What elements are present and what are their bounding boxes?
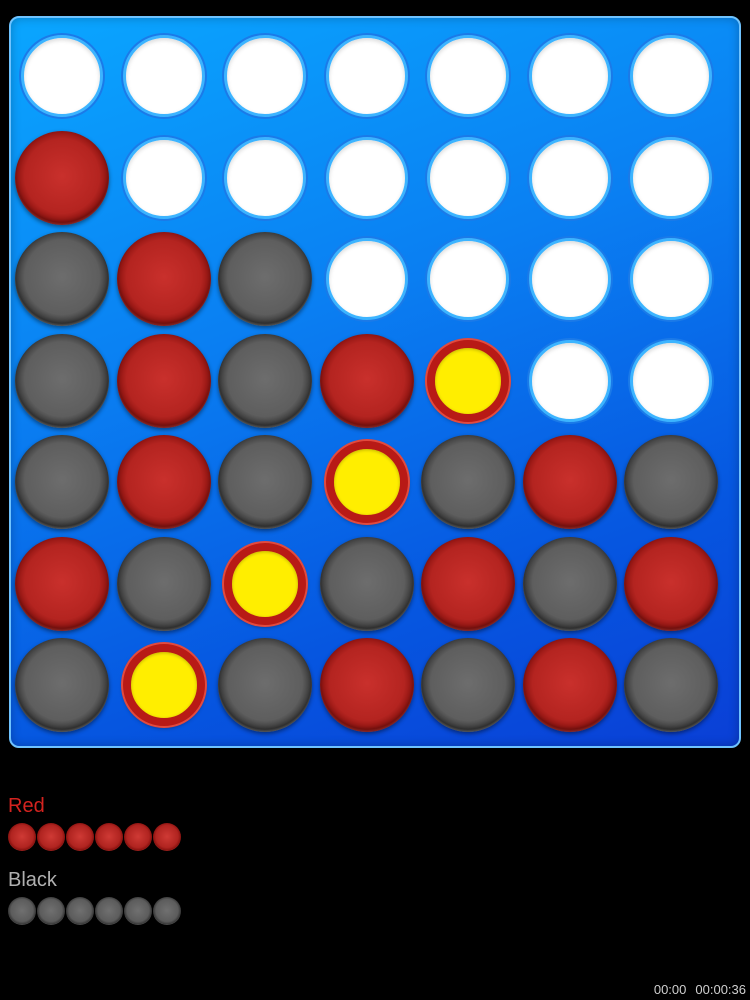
black-disc (624, 435, 718, 529)
black-remaining-piece-icon (95, 897, 123, 925)
red-disc (421, 536, 515, 631)
black-disc (218, 435, 312, 529)
winning-disc (122, 644, 205, 726)
empty-slot[interactable] (427, 238, 509, 320)
red-disc (116, 333, 211, 428)
red-disc (522, 638, 617, 732)
empty-slot[interactable] (630, 339, 712, 422)
empty-slot[interactable] (122, 35, 205, 117)
red-remaining-piece-icon (66, 823, 94, 851)
player-black-pieces (8, 897, 181, 925)
player-black-label: Black (8, 869, 57, 891)
black-remaining-piece-icon (66, 897, 94, 925)
empty-slot[interactable] (122, 136, 205, 219)
black-disc (218, 638, 312, 732)
empty-slot[interactable] (325, 35, 408, 117)
winning-disc (427, 339, 509, 422)
empty-slot[interactable] (528, 35, 611, 117)
winning-disc (224, 542, 306, 625)
black-disc (15, 232, 109, 326)
black-remaining-piece-icon (8, 897, 36, 925)
red-disc (319, 333, 414, 428)
black-remaining-piece-icon (124, 897, 152, 925)
game-timer-short: 00:00 (653, 982, 687, 997)
black-disc (218, 232, 312, 326)
red-remaining-piece-icon (8, 823, 36, 851)
black-disc (624, 638, 718, 732)
red-disc (15, 130, 109, 225)
player-red-label: Red (8, 795, 45, 817)
winning-disc (325, 441, 408, 523)
black-disc (522, 536, 617, 631)
black-disc (421, 435, 515, 529)
red-remaining-piece-icon (95, 823, 123, 851)
red-disc (116, 232, 211, 326)
black-disc (319, 536, 414, 631)
empty-slot[interactable] (528, 339, 611, 422)
empty-slot[interactable] (224, 136, 306, 219)
black-disc (15, 333, 109, 428)
empty-slot[interactable] (224, 35, 306, 117)
player-red-pieces (8, 823, 181, 851)
empty-slot[interactable] (630, 136, 712, 219)
empty-slot[interactable] (427, 136, 509, 219)
red-disc (319, 638, 414, 732)
empty-slot[interactable] (528, 238, 611, 320)
timers: 00:00 00:00:36 (654, 982, 746, 997)
red-disc (116, 435, 211, 529)
red-disc (522, 435, 617, 529)
empty-slot[interactable] (325, 238, 408, 320)
empty-slot[interactable] (630, 238, 712, 320)
empty-slot[interactable] (427, 35, 509, 117)
red-remaining-piece-icon (153, 823, 181, 851)
red-remaining-piece-icon (37, 823, 65, 851)
empty-slot[interactable] (528, 136, 611, 219)
black-remaining-piece-icon (37, 897, 65, 925)
game-screen: Red Black 00:00 00:00:36 (0, 0, 750, 1000)
empty-slot[interactable] (21, 35, 103, 117)
black-disc (421, 638, 515, 732)
red-disc (15, 536, 109, 631)
empty-slot[interactable] (325, 136, 408, 219)
black-disc (15, 638, 109, 732)
black-remaining-piece-icon (153, 897, 181, 925)
game-board[interactable] (9, 16, 741, 748)
black-disc (116, 536, 211, 631)
red-remaining-piece-icon (124, 823, 152, 851)
black-disc (15, 435, 109, 529)
black-disc (218, 333, 312, 428)
game-timer-total: 00:00:36 (695, 982, 746, 997)
empty-slot[interactable] (630, 35, 712, 117)
red-disc (624, 536, 718, 631)
